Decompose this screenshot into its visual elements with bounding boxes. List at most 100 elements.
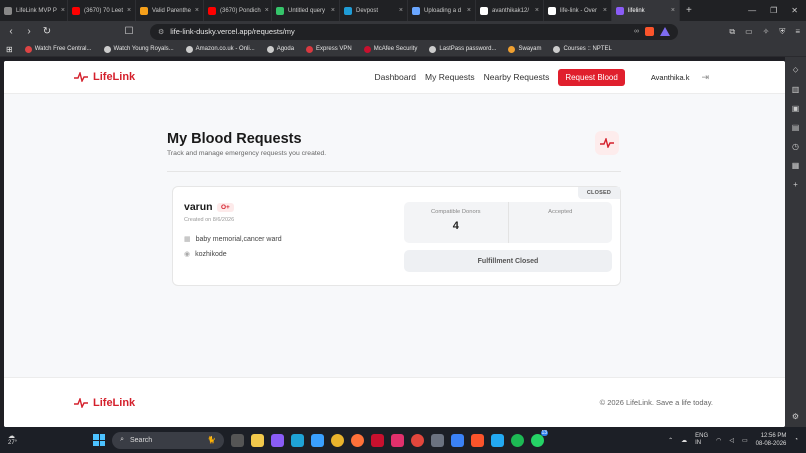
weather-icon: ☁	[8, 433, 15, 440]
page-subtitle: Track and manage emergency requests you …	[167, 150, 327, 157]
browser-tab[interactable]: (3670) 70 Leet ×	[68, 0, 136, 21]
reload-icon[interactable]: ↻	[42, 26, 52, 37]
close-tab-icon[interactable]: ×	[671, 7, 675, 14]
battery-icon[interactable]: ▭	[742, 437, 748, 444]
date: 08-08-2026	[755, 441, 787, 447]
brave-rewards-icon[interactable]	[660, 27, 670, 36]
notifications-icon[interactable]: ◔	[794, 437, 798, 443]
reading-list-icon[interactable]: ▤	[792, 123, 800, 132]
browser-tab[interactable]: Untitled query ×	[272, 0, 340, 21]
mcafee-icon[interactable]	[371, 433, 385, 447]
menu-icon[interactable]: ≡	[795, 27, 800, 37]
logout-icon[interactable]: ⇥	[701, 72, 709, 83]
browser-tab[interactable]: life-link - Over ×	[544, 0, 612, 21]
browser-tab[interactable]: lifelink ×	[612, 0, 680, 21]
brand-logo[interactable]: LifeLink	[74, 71, 135, 83]
pulse-badge	[595, 131, 619, 155]
request-card: CLOSED varun O+ Created on 8/6/2026 ▦ ba…	[172, 186, 621, 286]
fulfillment-closed-button[interactable]: Fulfillment Closed	[404, 250, 612, 272]
close-tab-icon[interactable]: ×	[603, 7, 607, 14]
nav-dashboard[interactable]: Dashboard	[374, 72, 416, 82]
weather-widget[interactable]: ☁ 27°	[8, 433, 17, 447]
chrome-icon[interactable]	[331, 433, 345, 447]
maximize-icon[interactable]: ❐	[770, 6, 777, 15]
task-view-icon[interactable]	[231, 433, 245, 447]
settings-app-icon[interactable]	[431, 433, 445, 447]
brave-shields-icon[interactable]	[645, 27, 654, 36]
site-info-icon[interactable]: ⚙	[158, 28, 164, 36]
bookmark-item[interactable]: Amazon.co.uk - Onli...	[185, 45, 255, 53]
bookmark-item[interactable]: Watch Young Royals...	[103, 45, 174, 53]
close-tab-icon[interactable]: ×	[127, 7, 131, 14]
wallet-icon[interactable]: ▣	[792, 104, 800, 113]
close-icon[interactable]: ✕	[791, 6, 798, 15]
browser-tab[interactable]: Uploading a d ×	[408, 0, 476, 21]
windows-start-icon[interactable]	[93, 434, 106, 446]
close-tab-icon[interactable]: ×	[331, 7, 335, 14]
sidebar-icon[interactable]: ▥	[792, 85, 800, 94]
whatsapp-icon[interactable]: 13	[531, 429, 549, 447]
bookmark-item[interactable]: Watch Free Central...	[24, 45, 92, 53]
browser-tab[interactable]: Valid Parenthe ×	[136, 0, 204, 21]
user-name[interactable]: Avanthika.k	[651, 73, 690, 82]
chevron-up-icon[interactable]: ⌃	[668, 437, 673, 444]
footer-brand: LifeLink	[93, 396, 136, 409]
edge-icon[interactable]	[291, 433, 305, 447]
firefox-icon[interactable]	[351, 433, 365, 447]
close-tab-icon[interactable]: ×	[467, 7, 471, 14]
store-icon[interactable]	[311, 433, 325, 447]
share-icon[interactable]: ∞	[634, 28, 639, 35]
close-tab-icon[interactable]: ×	[535, 7, 539, 14]
bookmark-item[interactable]: Agoda	[266, 45, 294, 53]
back-icon[interactable]: ‹	[6, 26, 16, 37]
clock[interactable]: 12:56 PM 08-08-2026	[756, 432, 787, 448]
browser-tab[interactable]: avanthikak12/ ×	[476, 0, 544, 21]
taskbar-search[interactable]: ⌕ Search 🐈	[112, 431, 225, 449]
address-bar[interactable]: ⚙ life-link-dusky.vercel.app/requests/my…	[150, 23, 678, 40]
vpn-icon[interactable]: ✧	[763, 27, 770, 37]
bookmark-favicon-icon	[103, 45, 111, 53]
minimize-icon[interactable]: —	[748, 6, 756, 15]
history-icon[interactable]: ◷	[792, 142, 799, 151]
close-tab-icon[interactable]: ×	[195, 7, 199, 14]
spotify-icon[interactable]	[511, 433, 525, 447]
bookmark-icon[interactable]: ☐	[124, 26, 134, 37]
browser-tab[interactable]: LifeLink MVP P ×	[0, 0, 68, 21]
browser-tab[interactable]: Devpost ×	[340, 0, 408, 21]
brave-icon[interactable]	[471, 433, 485, 447]
cloud-icon[interactable]: ☁	[681, 437, 687, 444]
window-controls: — ❐ ✕	[748, 6, 806, 15]
arc-icon[interactable]	[451, 433, 465, 447]
app-icon[interactable]	[411, 433, 425, 447]
location-pin-icon: ◉	[184, 251, 191, 258]
bookmark-item[interactable]: Courses :: NPTEL	[553, 45, 612, 53]
volume-icon[interactable]: ◁	[729, 437, 734, 444]
add-icon[interactable]: +	[793, 180, 798, 189]
bookmark-item[interactable]: McAfee Security	[363, 45, 417, 53]
close-tab-icon[interactable]: ×	[61, 7, 65, 14]
bookmark-item[interactable]: Express VPN	[306, 45, 352, 53]
request-blood-button[interactable]: Request Blood	[558, 68, 625, 86]
close-tab-icon[interactable]: ×	[399, 7, 403, 14]
pin-icon[interactable]: ⬦	[793, 65, 799, 75]
settings-icon[interactable]: ⚙	[792, 412, 799, 421]
instagram-icon[interactable]	[391, 433, 405, 447]
vscode-icon[interactable]	[491, 433, 505, 447]
wifi-icon[interactable]: ◠	[716, 437, 721, 444]
file-explorer-icon[interactable]	[251, 433, 265, 447]
wallet-icon[interactable]: ▭	[745, 27, 753, 37]
bookmark-item[interactable]: LastPass password...	[429, 45, 496, 53]
nav-nearby-requests[interactable]: Nearby Requests	[484, 72, 550, 82]
extensions-icon[interactable]: ⧉	[729, 27, 735, 37]
language-indicator[interactable]: ENG IN	[695, 433, 708, 447]
shield-icon[interactable]: ⛨	[779, 27, 785, 37]
close-tab-icon[interactable]: ×	[265, 7, 269, 14]
forward-icon[interactable]: ›	[24, 26, 34, 37]
playlist-icon[interactable]: ▦	[792, 161, 800, 170]
new-tab-button[interactable]: +	[680, 5, 698, 16]
copilot-icon[interactable]	[271, 433, 285, 447]
nav-my-requests[interactable]: My Requests	[425, 72, 475, 82]
apps-grid-icon[interactable]: ⊞	[6, 45, 13, 54]
bookmark-item[interactable]: Swayam	[508, 45, 541, 53]
browser-tab[interactable]: (3670) Pondich ×	[204, 0, 272, 21]
